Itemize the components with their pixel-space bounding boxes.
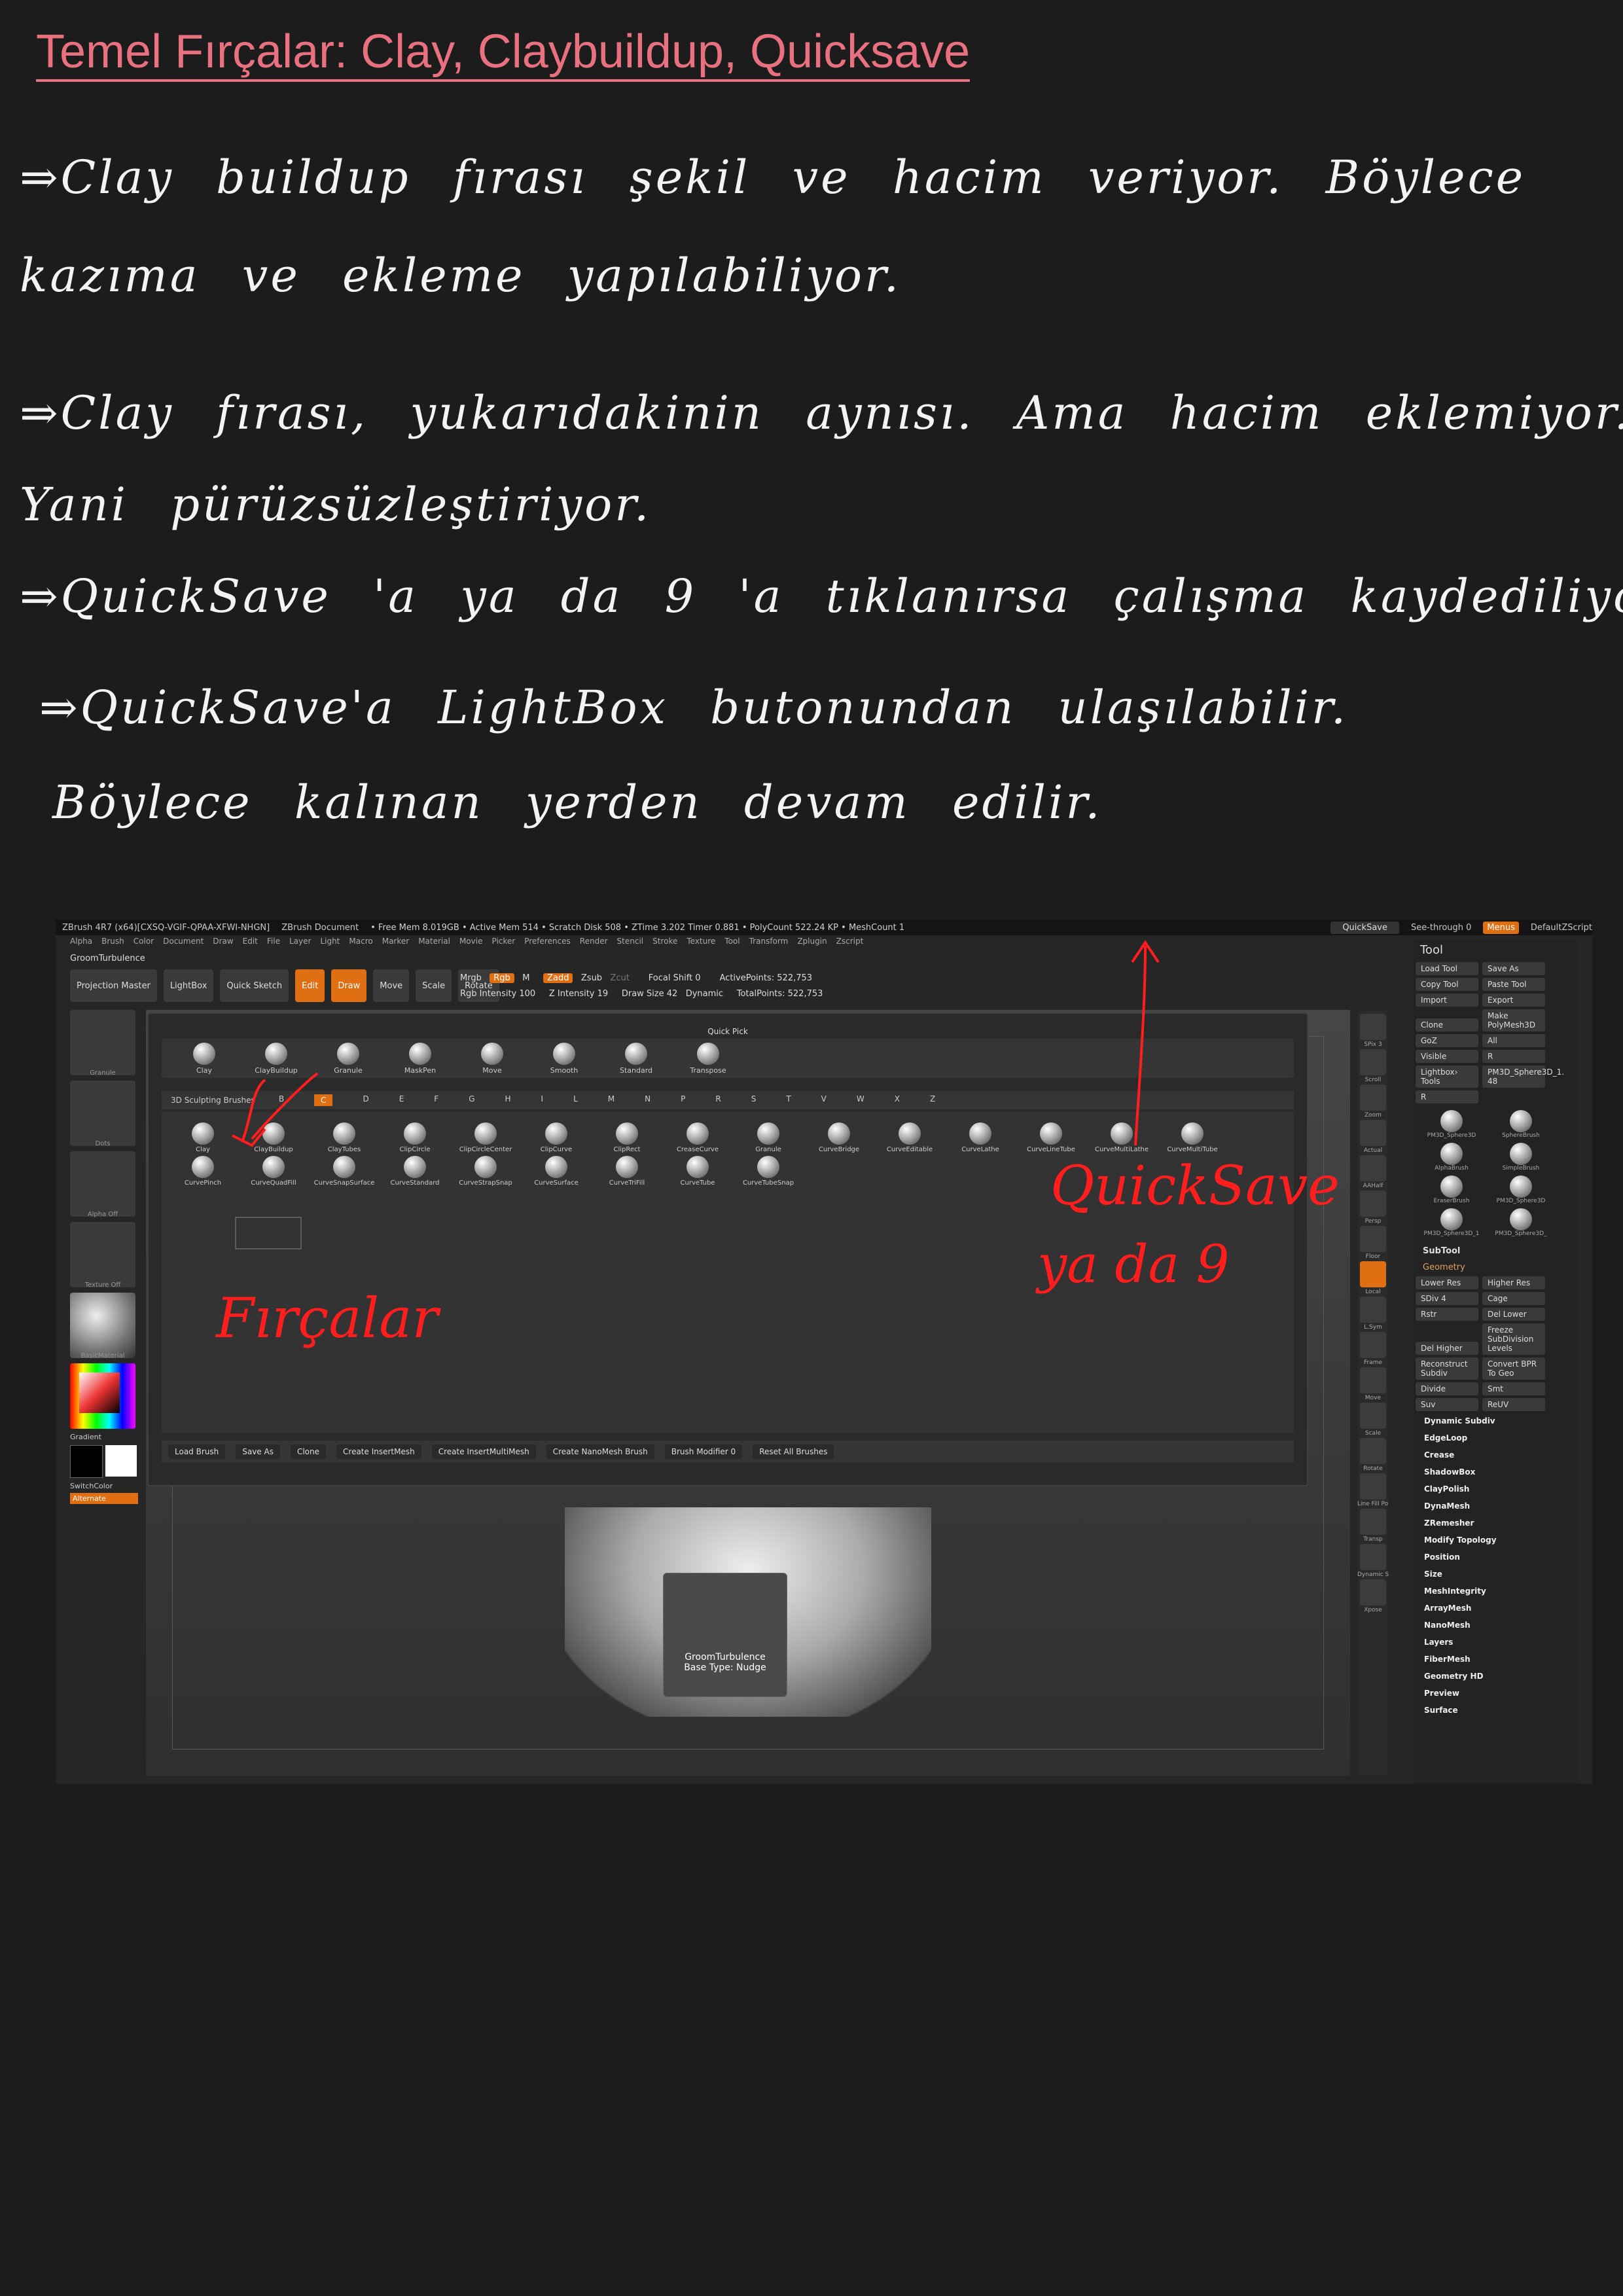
note-line-1: ⇒Clay buildup fırası şekil ve hacim veri… [20,151,1526,204]
quicksave-arrow [1131,940,1160,1146]
note-line-4: Yani pürüzsüzleştiriyor. [20,478,652,531]
note-line-5: ⇒QuickSave 'a ya da 9 'a tıklanırsa çalı… [20,569,1623,623]
annotation-brushes: Fırçalar [216,1286,438,1350]
zbrush-screenshot: ZBrush 4R7 (x64)[CXSQ-VGIF-QPAA-XFWI-NHG… [56,920,1592,1784]
note-line-7: Böylece kalınan yerden devam edilir. [52,776,1103,829]
brush-arrows [232,1072,319,1249]
note-line-3: ⇒Clay fırası, yukarıdakinin aynısı. Ama … [20,386,1623,440]
annotation-overlay [232,940,1160,1249]
note-line-2: kazıma ve ekleme yapılabiliyor. [20,249,901,302]
page-title: Temel Fırçalar: Clay, Claybuildup, Quick… [36,25,971,82]
annotation-quicksave: QuickSave [1050,1155,1340,1217]
annotation-or-9: ya da 9 [1037,1234,1230,1295]
note-line-6: ⇒QuickSave'a LightBox butonundan ulaşıla… [39,681,1349,734]
